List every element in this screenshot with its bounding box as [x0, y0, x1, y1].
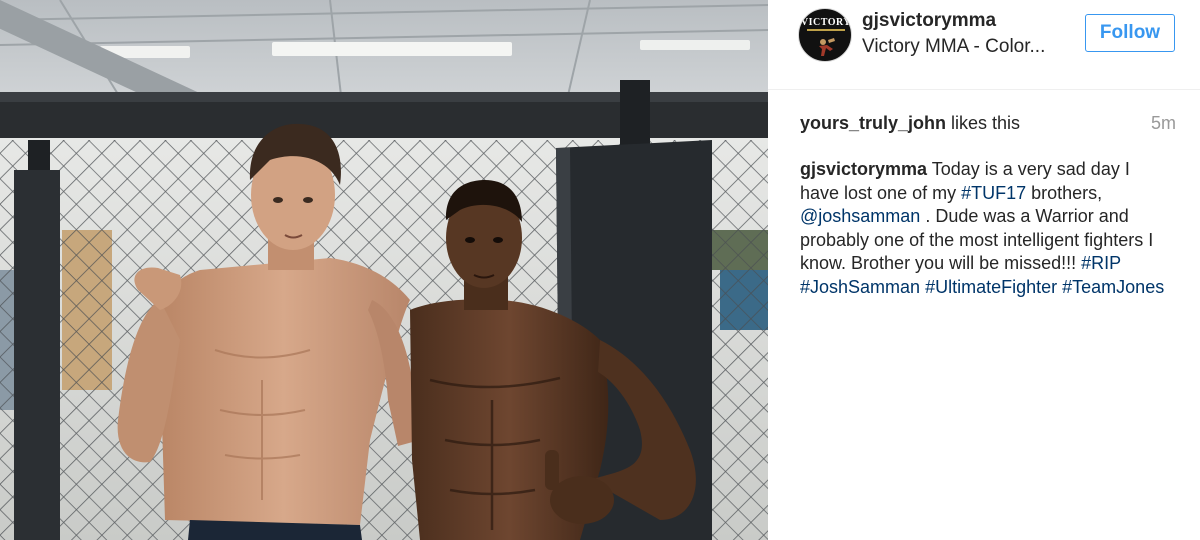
hashtag-joshsamman[interactable]: #JoshSamman — [800, 277, 920, 297]
post-side-panel: VICTORY gjsvictorymma Victory MMA - Colo… — [768, 0, 1200, 540]
post-location[interactable]: Victory MMA - Color... — [862, 36, 1045, 58]
mention-joshsamman[interactable]: @joshsamman — [800, 206, 920, 226]
photo-illustration — [0, 0, 768, 540]
hashtag-tuf17[interactable]: #TUF17 — [961, 183, 1026, 203]
post-timestamp[interactable]: 5m — [1151, 113, 1176, 134]
hashtag-teamjones[interactable]: #TeamJones — [1062, 277, 1164, 297]
avatar-logo-bar — [807, 29, 845, 31]
fighter-logo-icon — [819, 38, 835, 56]
post-header: VICTORY gjsvictorymma Victory MMA - Colo… — [768, 0, 1200, 90]
likes-text: likes this — [946, 113, 1021, 133]
caption-text-2: brothers, — [1026, 182, 1103, 203]
post-photo[interactable] — [0, 0, 768, 540]
avatar-logo-text: VICTORY — [800, 17, 852, 28]
hashtag-ultimatefighter[interactable]: #UltimateFighter — [925, 277, 1057, 297]
instagram-post: VICTORY gjsvictorymma Victory MMA - Colo… — [0, 0, 1200, 540]
post-username[interactable]: gjsvictorymma — [862, 10, 996, 32]
follow-button[interactable]: Follow — [1085, 14, 1175, 52]
likes-row: yours_truly_john likes this 5m — [800, 113, 1176, 137]
hashtag-rip[interactable]: #RIP — [1081, 253, 1121, 273]
post-caption: gjsvictorymma Today is a very sad day I … — [800, 158, 1170, 299]
caption-username[interactable]: gjsvictorymma — [800, 159, 927, 179]
liker-username[interactable]: yours_truly_john — [800, 113, 946, 133]
avatar[interactable]: VICTORY — [798, 8, 852, 62]
